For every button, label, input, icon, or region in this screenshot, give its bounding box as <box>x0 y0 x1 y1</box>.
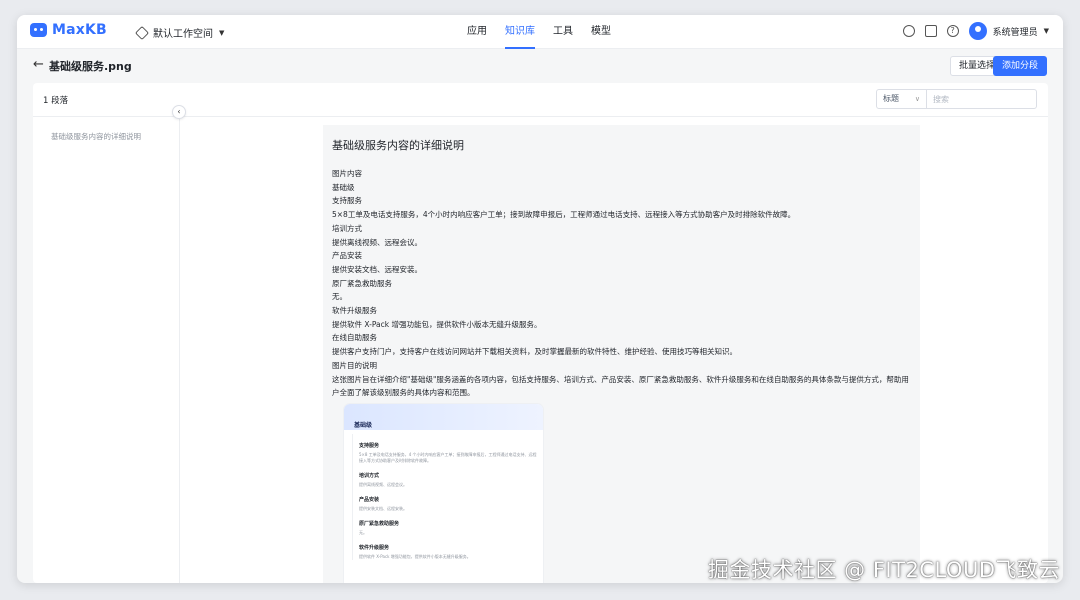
segment-line: 图片目的说明 <box>332 360 377 370</box>
maxkb-logo-icon <box>30 23 47 37</box>
segment-count: 1 段落 <box>43 96 69 106</box>
nav-item-knowledge[interactable]: 知识库 <box>505 15 535 49</box>
workspace-icon <box>134 25 150 40</box>
nav-item-models[interactable]: 模型 <box>591 15 611 49</box>
app-name: MaxKB <box>52 22 107 38</box>
segment-title: 基础级服务内容的详细说明 <box>332 139 464 152</box>
github-icon[interactable] <box>902 25 915 37</box>
top-right-actions: ? 系统管理员 ▼ <box>902 22 1049 40</box>
workspace-name: 默认工作空间 <box>153 29 213 40</box>
nav-item-apps[interactable]: 应用 <box>467 15 487 49</box>
segment-body: 图片内容 基础级 支持服务 5×8工单及电话支持服务，4个小时内响应客户工单；接… <box>332 167 912 400</box>
embedded-image[interactable]: 基础级 支持服务 5×8 工单及电话支持服务，4 个小时内响应客户工单；接到故障… <box>344 404 543 583</box>
chevron-down-icon: ∨ <box>914 95 920 103</box>
segment-line: 提供安装文档、远程安装。 <box>332 264 422 274</box>
embedded-section-heading: 支持服务 <box>359 443 380 449</box>
filter-type-select[interactable]: 标题 ∨ <box>877 90 927 108</box>
embedded-section-text: 5×8 工单及电话支持服务，4 个小时内响应客户工单；接到故障申报后，工程师通过… <box>359 452 537 463</box>
segment-line: 原厂紧急救助服务 <box>332 278 392 288</box>
top-nav-bar: MaxKB 默认工作空间 ▼ 应用 知识库 工具 模型 ? 系统管理员 ▼ <box>17 15 1063 49</box>
segment-line: 这张图片旨在详细介绍"基础级"服务涵盖的各项内容，包括支持服务、培训方式、产品安… <box>332 374 909 398</box>
search-input[interactable] <box>927 90 1036 108</box>
segment-panel: 1 段落 标题 ∨ 基础级服务内容的详细说明 ‹ 基础级服务内容的详细说明 图片… <box>33 83 1048 583</box>
embedded-section-heading: 原厂紧急救助服务 <box>359 521 400 527</box>
back-arrow-icon[interactable]: ← <box>33 57 44 72</box>
nav-item-tools[interactable]: 工具 <box>553 15 573 49</box>
avatar[interactable] <box>968 22 987 40</box>
page-header: ← 基础级服务.png 批量选择 添加分段 <box>17 49 1063 81</box>
embedded-section-heading: 软件升级服务 <box>359 545 390 551</box>
embedded-section-text: 提供离线视频、远程会议。 <box>359 482 407 487</box>
user-menu-chevron-icon[interactable]: ▼ <box>1044 27 1049 35</box>
outline-item[interactable]: 基础级服务内容的详细说明 <box>51 131 141 142</box>
segment-line: 提供软件 X-Pack 增强功能包，提供软件小版本无缝升级服务。 <box>332 319 542 329</box>
segment-line: 无。 <box>332 292 347 302</box>
segment-line: 提供离线视频、远程会议。 <box>332 237 422 247</box>
workspace-selector[interactable]: 默认工作空间 ▼ <box>134 25 225 40</box>
search-group: 标题 ∨ <box>876 89 1037 109</box>
app-logo[interactable]: MaxKB <box>30 22 107 38</box>
embedded-section-heading: 培训方式 <box>359 473 380 479</box>
outline-sidebar: 基础级服务内容的详细说明 <box>33 117 180 583</box>
segment-line: 图片内容 <box>332 169 362 178</box>
segment-line: 5×8工单及电话支持服务，4个小时内响应客户工单；接到故障申报后，工程师通过电话… <box>332 210 796 220</box>
segment-line: 提供客户支持门户，支持客户在线访问网站并下载相关资料，及时掌握最新的软件特性、维… <box>332 347 737 357</box>
segment-line: 产品安装 <box>332 251 362 261</box>
docs-icon[interactable] <box>924 25 937 37</box>
watermark-text: 掘金技术社区 @ FIT2CLOUD飞致云 <box>708 558 1060 582</box>
embedded-section-heading: 产品安装 <box>359 497 380 503</box>
embedded-section-text: 提供安装文档、远程安装。 <box>359 506 407 511</box>
segment-line: 支持服务 <box>332 196 362 206</box>
embedded-section-text: 无。 <box>359 530 367 535</box>
segment-content: 基础级服务内容的详细说明 图片内容 基础级 支持服务 5×8工单及电话支持服务，… <box>323 125 920 583</box>
app-window: MaxKB 默认工作空间 ▼ 应用 知识库 工具 模型 ? 系统管理员 ▼ ← … <box>17 15 1063 583</box>
segment-line: 基础级 <box>332 182 355 192</box>
segment-line: 培训方式 <box>332 223 362 233</box>
help-icon[interactable]: ? <box>946 25 959 37</box>
embedded-section-text: 提供软件 X-Pack 增强功能包，提供软件小版本无缝升级服务。 <box>359 554 471 559</box>
page-title: 基础级服务.png <box>49 60 132 73</box>
collapse-sidebar-icon[interactable]: ‹ <box>172 105 186 119</box>
filter-type-label: 标题 <box>883 94 899 103</box>
add-segment-button[interactable]: 添加分段 <box>992 56 1047 76</box>
segment-line: 软件升级服务 <box>332 306 377 316</box>
embedded-image-body: 支持服务 5×8 工单及电话支持服务，4 个小时内响应客户工单；接到故障申报后，… <box>352 434 538 560</box>
main-nav: 应用 知识库 工具 模型 <box>467 15 629 49</box>
chevron-down-icon: ▼ <box>219 28 225 37</box>
embedded-image-header: 基础级 <box>344 404 543 430</box>
segment-line: 在线自助服务 <box>332 333 377 343</box>
embedded-image-title: 基础级 <box>354 422 373 429</box>
user-name[interactable]: 系统管理员 <box>993 25 1038 38</box>
